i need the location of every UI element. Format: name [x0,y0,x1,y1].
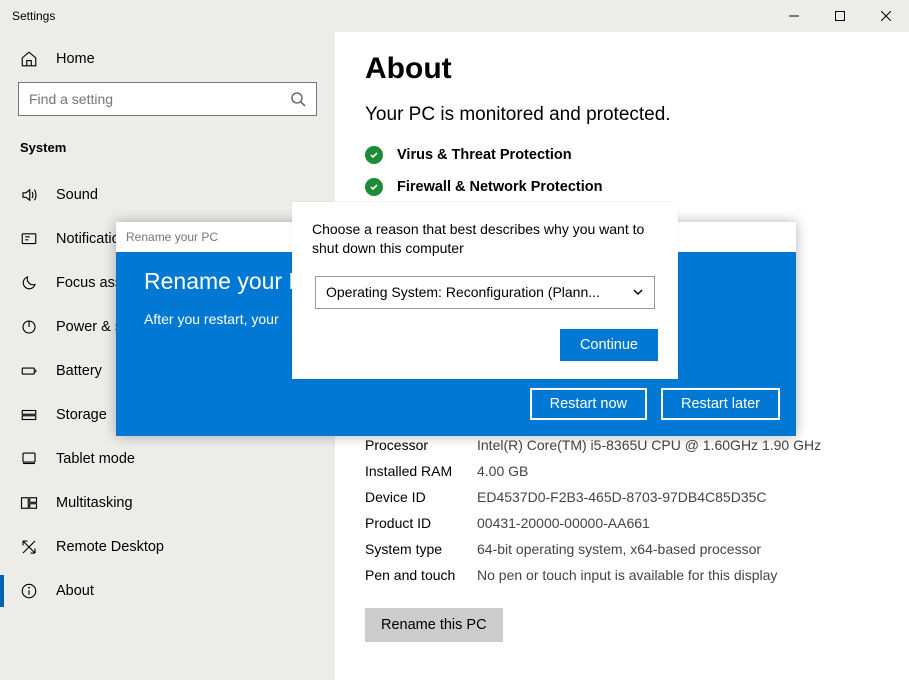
restart-now-button[interactable]: Restart now [530,388,647,420]
rename-pc-button[interactable]: Rename this PC [365,608,503,642]
search-field[interactable] [18,82,317,116]
spec-row: System type64-bit operating system, x64-… [365,536,879,562]
status-label: Virus & Threat Protection [397,147,572,163]
check-icon [365,178,383,196]
home-icon [20,50,38,68]
spec-row: Device IDED4537D0-F2B3-465D-8703-97DB4C8… [365,484,879,510]
sidebar-item-label: Battery [56,363,102,379]
chevron-down-icon [632,286,644,298]
spec-row: Pen and touchNo pen or touch input is av… [365,562,879,588]
spec-table: ProcessorIntel(R) Core(TM) i5-8365U CPU … [365,432,879,588]
notification-icon [20,230,38,248]
battery-icon [20,362,38,380]
tablet-icon [20,450,38,468]
multitask-icon [20,494,38,512]
storage-icon [20,406,38,424]
remote-icon [20,538,38,556]
sidebar-item-about[interactable]: About [0,569,335,613]
moon-icon [20,274,38,292]
shutdown-reason-message: Choose a reason that best describes why … [312,220,658,258]
spec-row: Installed RAM4.00 GB [365,458,879,484]
sidebar-home-label: Home [56,51,95,67]
sidebar-section-label: System [0,134,335,173]
sidebar-item-multitasking[interactable]: Multitasking [0,481,335,525]
check-icon [365,146,383,164]
info-icon [20,582,38,600]
sidebar-home[interactable]: Home [0,38,335,82]
search-input[interactable] [29,91,290,107]
sidebar-item-label: Storage [56,407,107,423]
sidebar-item-label: Multitasking [56,495,133,511]
window-title: Settings [12,9,55,23]
status-label: Firewall & Network Protection [397,179,602,195]
spec-row: Product ID00431-20000-00000-AA661 [365,510,879,536]
minimize-button[interactable] [771,0,817,32]
shutdown-reason-selected: Operating System: Reconfiguration (Plann… [326,284,600,300]
maximize-button[interactable] [817,0,863,32]
search-icon [290,91,306,107]
page-title: About [365,52,879,86]
restart-later-button[interactable]: Restart later [661,388,780,420]
status-virus: Virus & Threat Protection [365,146,879,164]
shutdown-reason-dialog: Choose a reason that best describes why … [292,202,678,379]
protection-subtitle: Your PC is monitored and protected. [365,104,879,126]
sidebar-item-label: Tablet mode [56,451,135,467]
close-button[interactable] [863,0,909,32]
window-controls [771,0,909,32]
power-icon [20,318,38,336]
sidebar-item-tablet[interactable]: Tablet mode [0,437,335,481]
speaker-icon [20,186,38,204]
sidebar-item-sound[interactable]: Sound [0,173,335,217]
continue-button[interactable]: Continue [560,329,658,361]
sidebar-item-remote-desktop[interactable]: Remote Desktop [0,525,335,569]
sidebar-item-label: About [56,583,94,599]
sidebar-item-label: Sound [56,187,98,203]
sidebar-item-label: Remote Desktop [56,539,164,555]
shutdown-reason-select[interactable]: Operating System: Reconfiguration (Plann… [315,276,655,309]
status-firewall: Firewall & Network Protection [365,178,879,196]
